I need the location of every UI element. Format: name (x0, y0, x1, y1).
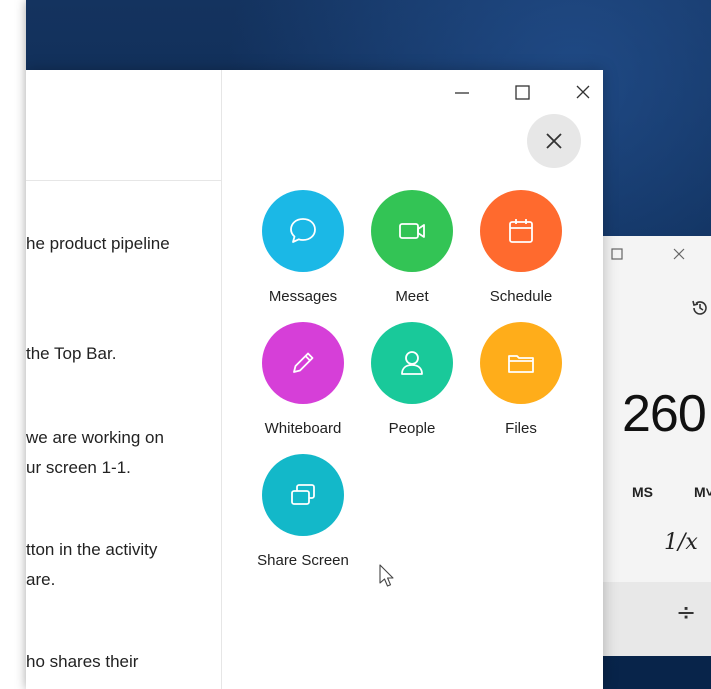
close-icon (546, 133, 562, 149)
message-text: tton in the activity (26, 540, 158, 559)
maximize-button[interactable] (510, 82, 534, 104)
message-text: ho shares their (26, 652, 139, 671)
messages-circle[interactable] (262, 190, 344, 272)
screenshot-frame: 260 MS M˅ 1/x ÷ he product pipeline the … (26, 0, 711, 689)
messages-tile[interactable]: Messages (248, 190, 358, 305)
files-circle[interactable] (480, 322, 562, 404)
calendar-icon (509, 219, 533, 243)
chat-bubble-icon (290, 218, 316, 243)
files-tile[interactable]: Files (466, 322, 576, 437)
schedule-tile[interactable]: Schedule (466, 190, 576, 305)
close-window-button[interactable] (571, 82, 595, 104)
schedule-label: Schedule (489, 288, 553, 305)
whiteboard-circle[interactable] (262, 322, 344, 404)
divide-button[interactable]: ÷ (676, 598, 696, 626)
calculator-maximize-icon[interactable] (606, 244, 628, 266)
meet-tile[interactable]: Meet (357, 190, 467, 305)
video-camera-icon (399, 223, 425, 239)
memory-list-button[interactable]: M˅ (694, 484, 711, 500)
header-divider (26, 180, 221, 181)
pencil-icon (293, 352, 314, 373)
person-icon (401, 351, 423, 375)
close-menu-button[interactable] (527, 114, 581, 168)
message-text: we are working on (26, 428, 164, 447)
people-label: People (388, 420, 436, 437)
message-text: the Top Bar. (26, 344, 117, 363)
reciprocal-button[interactable]: 1/x (664, 530, 698, 555)
minimize-button[interactable] (450, 82, 474, 104)
people-circle[interactable] (371, 322, 453, 404)
history-icon[interactable] (690, 298, 711, 320)
whiteboard-tile[interactable]: Whiteboard (248, 322, 358, 437)
share-screen-circle[interactable] (262, 454, 344, 536)
meet-label: Meet (395, 288, 429, 305)
people-tile[interactable]: People (357, 322, 467, 437)
share-screen-icon (291, 484, 315, 505)
message-text: he product pipeline (26, 234, 170, 253)
calculator-window: 260 MS M˅ 1/x ÷ (601, 236, 711, 656)
meet-circle[interactable] (371, 190, 453, 272)
calculator-display: 260 (622, 385, 707, 443)
message-text: ur screen 1-1. (26, 458, 131, 477)
calculator-close-icon[interactable] (668, 244, 690, 266)
whiteboard-label: Whiteboard (264, 420, 342, 437)
calculator-titlebar (602, 236, 711, 274)
share-screen-tile[interactable]: Share Screen (248, 454, 358, 569)
folder-icon (508, 355, 534, 373)
schedule-circle[interactable] (480, 190, 562, 272)
files-label: Files (505, 420, 537, 437)
app-window: he product pipeline the Top Bar. we are … (26, 70, 603, 689)
conversation-pane: he product pipeline the Top Bar. we are … (26, 70, 222, 689)
share-screen-label: Share Screen (257, 552, 349, 569)
messages-label: Messages (268, 288, 338, 305)
memory-store-button[interactable]: MS (632, 484, 653, 500)
mouse-cursor-icon (378, 563, 396, 589)
message-text: are. (26, 570, 56, 589)
